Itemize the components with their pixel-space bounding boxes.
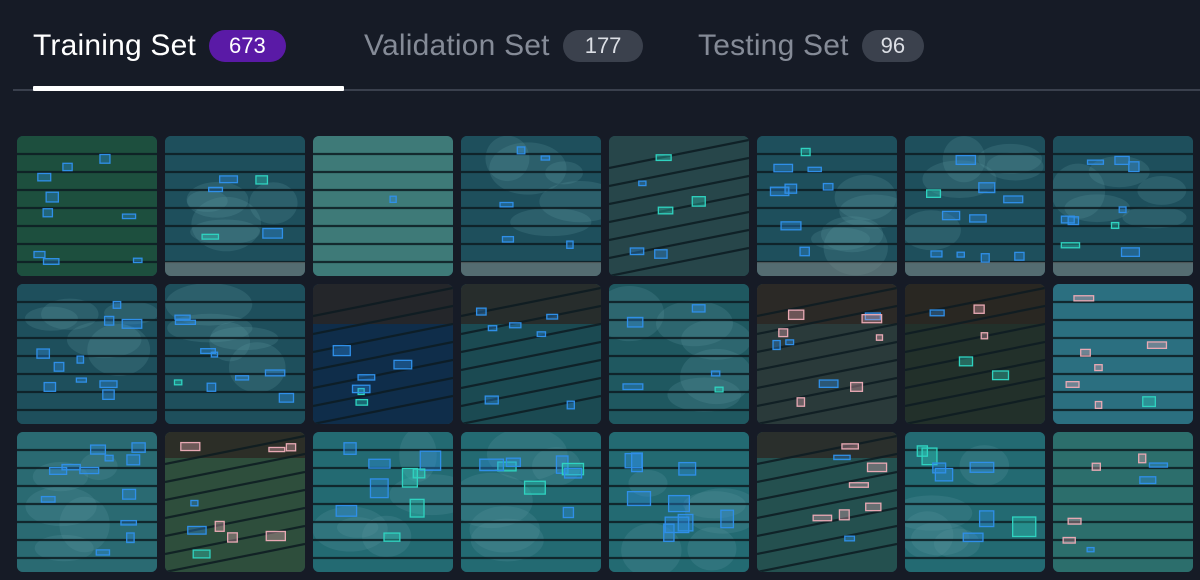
tab-training-set[interactable]: Training Set 673	[33, 0, 344, 91]
gallery-thumbnail[interactable]	[17, 136, 157, 276]
thumbnail-image	[757, 136, 897, 276]
thumbnail-image	[1053, 432, 1193, 572]
thumbnail-image	[1053, 136, 1193, 276]
gallery-thumbnail[interactable]	[17, 284, 157, 424]
gallery-thumbnail[interactable]	[165, 432, 305, 572]
thumbnail-image	[461, 136, 601, 276]
image-gallery-grid	[17, 136, 1200, 580]
validation-count-badge: 177	[562, 29, 644, 62]
thumbnail-image	[313, 284, 453, 424]
thumbnail-image	[17, 136, 157, 276]
thumbnail-image	[17, 284, 157, 424]
gallery-thumbnail[interactable]	[17, 432, 157, 572]
thumbnail-image	[165, 136, 305, 276]
tab-testing-set[interactable]: Testing Set 96	[698, 0, 925, 91]
thumbnail-image	[609, 432, 749, 572]
active-tab-indicator	[33, 86, 344, 91]
thumbnail-image	[609, 284, 749, 424]
gallery-thumbnail[interactable]	[609, 432, 749, 572]
gallery-thumbnail[interactable]	[1053, 432, 1193, 572]
tab-training-label: Training Set	[33, 28, 197, 62]
gallery-thumbnail[interactable]	[461, 284, 601, 424]
training-count-badge: 673	[209, 29, 286, 62]
gallery-thumbnail[interactable]	[461, 432, 601, 572]
gallery-thumbnail[interactable]	[313, 136, 453, 276]
thumbnail-image	[313, 136, 453, 276]
gallery-thumbnail[interactable]	[313, 432, 453, 572]
gallery-thumbnail[interactable]	[905, 136, 1045, 276]
thumbnail-image	[757, 432, 897, 572]
gallery-thumbnail[interactable]	[1053, 136, 1193, 276]
gallery-thumbnail[interactable]	[313, 284, 453, 424]
gallery-thumbnail[interactable]	[757, 284, 897, 424]
gallery-thumbnail[interactable]	[165, 136, 305, 276]
gallery-thumbnail[interactable]	[905, 432, 1045, 572]
gallery-thumbnail[interactable]	[609, 284, 749, 424]
testing-count-badge: 96	[861, 29, 925, 62]
thumbnail-image	[165, 284, 305, 424]
thumbnail-image	[313, 432, 453, 572]
thumbnail-image	[1053, 284, 1193, 424]
thumbnail-image	[461, 432, 601, 572]
gallery-thumbnail[interactable]	[609, 136, 749, 276]
thumbnail-image	[609, 136, 749, 276]
gallery-thumbnail[interactable]	[1053, 284, 1193, 424]
tab-validation-set[interactable]: Validation Set 177	[364, 0, 644, 91]
thumbnail-image	[757, 284, 897, 424]
thumbnail-image	[165, 432, 305, 572]
tab-validation-label: Validation Set	[364, 28, 550, 62]
gallery-thumbnail[interactable]	[165, 284, 305, 424]
tab-testing-label: Testing Set	[698, 28, 849, 62]
thumbnail-image	[905, 284, 1045, 424]
thumbnail-image	[461, 284, 601, 424]
gallery-thumbnail[interactable]	[757, 432, 897, 572]
gallery-thumbnail[interactable]	[461, 136, 601, 276]
gallery-thumbnail[interactable]	[905, 284, 1045, 424]
thumbnail-image	[17, 432, 157, 572]
gallery-thumbnail[interactable]	[757, 136, 897, 276]
thumbnail-image	[905, 136, 1045, 276]
dataset-split-tabs: Training Set 673 Validation Set 177 Test…	[13, 0, 1200, 91]
thumbnail-image	[905, 432, 1045, 572]
